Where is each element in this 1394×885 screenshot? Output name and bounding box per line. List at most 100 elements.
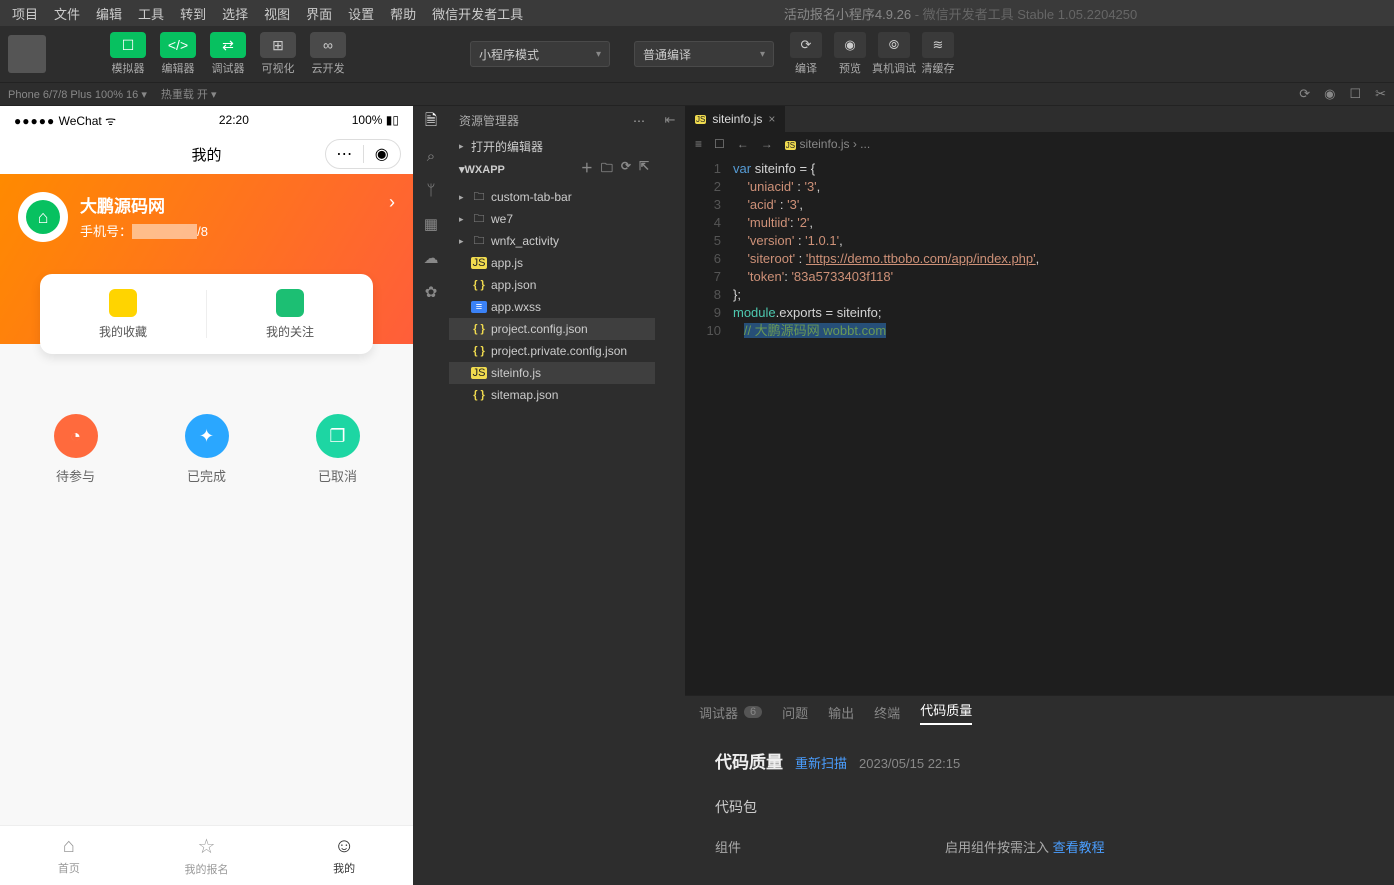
close-icon[interactable]: ×: [768, 112, 775, 126]
new-folder-icon[interactable]: 🗀: [601, 159, 613, 180]
window-title: 活动报名小程序4.9.26 - 微信开发者工具 Stable 1.05.2204…: [531, 4, 1390, 23]
breadcrumb-bar: ≡ ☐ ← → JS siteinfo.js › ...: [685, 132, 1394, 156]
follows-button[interactable]: 我的关注: [207, 274, 373, 354]
capsule-menu-icon[interactable]: ⋯: [326, 144, 363, 164]
scan-time: 2023/05/15 22:15: [859, 756, 960, 771]
star-icon: ☆: [198, 834, 216, 859]
editor-tabs: JS siteinfo.js ×: [685, 106, 1394, 132]
clear-cache-button[interactable]: ≋清缓存: [916, 32, 960, 76]
collapse-icon[interactable]: ⇱: [639, 159, 649, 180]
hot-reload-toggle[interactable]: 热重载 开 ▾: [161, 86, 217, 102]
tab-code-quality[interactable]: 代码质量: [920, 700, 972, 725]
quality-title: 代码质量: [715, 748, 783, 773]
cloud-dev-button[interactable]: ∞云开发: [306, 32, 350, 76]
extensions-icon[interactable]: ▦: [421, 214, 441, 234]
menu-select[interactable]: 选择: [214, 4, 256, 23]
tab-home[interactable]: ⌂首页: [0, 826, 138, 885]
signal-icon: ●●●●●: [14, 114, 55, 128]
menu-help[interactable]: 帮助: [382, 4, 424, 23]
code-editor[interactable]: 12345678910 var siteinfo = { 'uniacid' :…: [685, 156, 1394, 695]
chevron-down-icon: ▾: [760, 49, 765, 60]
forward-icon[interactable]: →: [761, 137, 773, 151]
battery-icon: ▮▯: [386, 113, 399, 127]
cut-icon[interactable]: ✂: [1375, 86, 1386, 102]
git-icon[interactable]: ᛘ: [421, 180, 441, 200]
device-icon[interactable]: ☐: [1349, 86, 1361, 102]
breadcrumb[interactable]: siteinfo.js › ...: [799, 137, 870, 151]
menu-edit[interactable]: 编辑: [88, 4, 130, 23]
sim-status-bar: ●●●●● WeChat ᯤ 22:20 100% ▮▯: [0, 106, 413, 134]
debugger-button[interactable]: ⇄调试器: [206, 32, 250, 76]
folder-we7[interactable]: ▸🗀we7: [449, 208, 655, 230]
menu-bar: 项目 文件 编辑 工具 转到 选择 视图 界面 设置 帮助 微信开发者工具 活动…: [0, 0, 1394, 26]
tab-me[interactable]: ☺我的: [275, 826, 413, 885]
menu-settings[interactable]: 设置: [340, 4, 382, 23]
component-label: 组件: [715, 837, 945, 856]
cancelled-button[interactable]: ❐已取消: [293, 414, 383, 485]
panel-divider[interactable]: ⇤: [655, 106, 685, 885]
page-title: 我的: [191, 144, 221, 165]
tutorial-link[interactable]: 查看教程: [1053, 840, 1105, 855]
menu-tools[interactable]: 工具: [130, 4, 172, 23]
sim-tabbar: ⌂首页 ☆我的报名 ☺我的: [0, 825, 413, 885]
compile-button[interactable]: ⟳编译: [784, 32, 828, 76]
folder-wnfx_activity[interactable]: ▸🗀wnfx_activity: [449, 230, 655, 252]
folder-custom-tab-bar[interactable]: ▸🗀custom-tab-bar: [449, 186, 655, 208]
menu-file[interactable]: 文件: [46, 4, 88, 23]
record-icon[interactable]: ◉: [1324, 86, 1335, 102]
tab-debugger[interactable]: 调试器6: [699, 703, 762, 722]
project-avatar[interactable]: [8, 35, 46, 73]
secondary-toolbar: Phone 6/7/8 Plus 100% 16 ▾ 热重载 开 ▾ ⟳ ◉ ☐…: [0, 82, 1394, 106]
person-icon: ☺: [334, 835, 354, 858]
tab-output[interactable]: 输出: [828, 703, 854, 722]
menu-view[interactable]: 视图: [256, 4, 298, 23]
file-app.js[interactable]: JSapp.js: [449, 252, 655, 274]
preview-button[interactable]: ◉预览: [828, 32, 872, 76]
device-selector[interactable]: Phone 6/7/8 Plus 100% 16 ▾: [8, 88, 147, 101]
more-icon[interactable]: ⋯: [633, 114, 645, 128]
bookmark-icon[interactable]: ☐: [714, 137, 725, 151]
pending-button[interactable]: ◔待参与: [31, 414, 121, 485]
refresh-icon[interactable]: ⟳: [621, 159, 631, 180]
done-button[interactable]: ✦已完成: [162, 414, 252, 485]
tab-signup[interactable]: ☆我的报名: [138, 826, 276, 885]
explorer-icon[interactable]: 🗎: [421, 112, 441, 132]
capsule-button[interactable]: ⋯ ◉: [325, 139, 401, 169]
capsule-close-icon[interactable]: ◉: [364, 144, 401, 164]
menu-project[interactable]: 项目: [4, 4, 46, 23]
file-app.json[interactable]: { }app.json: [449, 274, 655, 296]
file-app.wxss[interactable]: ≡app.wxss: [449, 296, 655, 318]
tab-problems[interactable]: 问题: [782, 703, 808, 722]
file-project.config.json[interactable]: { }project.config.json: [449, 318, 655, 340]
compile-type-select[interactable]: 普通编译▾: [634, 41, 774, 67]
mode-select[interactable]: 小程序模式▾: [470, 41, 610, 67]
file-sitemap.json[interactable]: { }sitemap.json: [449, 384, 655, 406]
tab-siteinfo-js[interactable]: JS siteinfo.js ×: [685, 106, 785, 132]
open-editors-section[interactable]: ▸打开的编辑器: [449, 135, 655, 157]
refresh-icon[interactable]: ⟳: [1299, 86, 1310, 102]
rescan-link[interactable]: 重新扫描: [795, 753, 847, 772]
editor-button[interactable]: </>编辑器: [156, 32, 200, 76]
menu-ui[interactable]: 界面: [298, 4, 340, 23]
new-file-icon[interactable]: ＋: [581, 159, 593, 180]
tab-terminal[interactable]: 终端: [874, 703, 900, 722]
file-siteinfo.js[interactable]: JSsiteinfo.js: [449, 362, 655, 384]
settings-icon[interactable]: ✿: [421, 282, 441, 302]
lightbulb-icon: [109, 289, 137, 317]
visualize-button[interactable]: ⊞可视化: [256, 32, 300, 76]
wifi-icon: ᯤ: [102, 114, 116, 128]
back-icon[interactable]: ←: [737, 137, 749, 151]
collapse-left-icon[interactable]: ⇤: [665, 112, 676, 885]
menu-goto[interactable]: 转到: [172, 4, 214, 23]
real-device-debug-button[interactable]: ⦾真机调试: [872, 32, 916, 76]
menu-wechat-devtools[interactable]: 微信开发者工具: [424, 4, 531, 23]
project-root[interactable]: ▾WXAPP ＋🗀⟳⇱: [449, 157, 655, 182]
file-project.private.config.json[interactable]: { }project.private.config.json: [449, 340, 655, 362]
favorites-button[interactable]: 我的收藏: [40, 274, 206, 354]
simulator-button[interactable]: ☐模拟器: [106, 32, 150, 76]
list-icon[interactable]: ≡: [695, 137, 702, 151]
cloud-icon[interactable]: ☁: [421, 248, 441, 268]
gift-icon: ❐: [316, 414, 360, 458]
search-icon[interactable]: ⌕: [421, 146, 441, 166]
main-toolbar: ☐模拟器 </>编辑器 ⇄调试器 ⊞可视化 ∞云开发 小程序模式▾ 普通编译▾ …: [0, 26, 1394, 82]
